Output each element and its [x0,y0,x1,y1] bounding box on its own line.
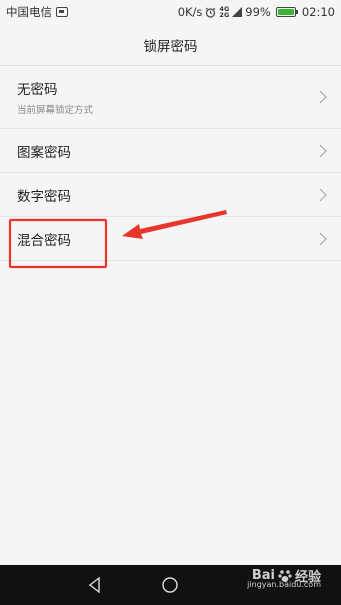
option-label: 数字密码 [17,188,71,205]
clock: 02:10 [301,5,335,19]
option-subtitle: 当前屏幕锁定方式 [17,105,94,116]
option-pin[interactable]: 数字密码 [0,173,341,217]
page-title: 锁屏密码 [0,24,341,66]
chevron-right-icon [319,90,327,104]
watermark: Bai 经验 jingyan.baidu.com [247,566,321,589]
page-title-text: 锁屏密码 [143,38,198,55]
battery-percent: 99% [245,5,271,19]
option-label: 混合密码 [17,232,71,249]
option-no-password[interactable]: 无密码 当前屏幕锁定方式 [0,66,341,129]
status-bar: 中国电信 0K/s 4G 2G 99% 02:10 [0,0,341,24]
option-pattern[interactable]: 图案密码 [0,129,341,173]
sim-card-icon [56,7,68,17]
chevron-right-icon [319,144,327,157]
option-label: 图案密码 [17,144,71,161]
carrier-label: 中国电信 [6,5,52,19]
home-icon[interactable] [161,576,179,594]
watermark-url: jingyan.baidu.com [247,580,321,589]
navigation-bar: Bai 经验 jingyan.baidu.com [0,565,341,605]
chevron-right-icon [319,232,327,245]
back-icon[interactable] [86,576,104,594]
chevron-right-icon [319,188,327,201]
option-mixed-password[interactable]: 混合密码 [0,217,341,261]
signal-4g-icon: 4G 2G [219,5,230,19]
alarm-icon [206,7,216,18]
option-label: 无密码 [17,82,58,98]
signal-strength-icon [232,7,243,17]
network-speed: 0K/s [177,5,203,19]
battery-charging-icon [275,7,298,17]
lock-options-list: 无密码 当前屏幕锁定方式 图案密码 数字密码 混合密码 [0,66,341,261]
